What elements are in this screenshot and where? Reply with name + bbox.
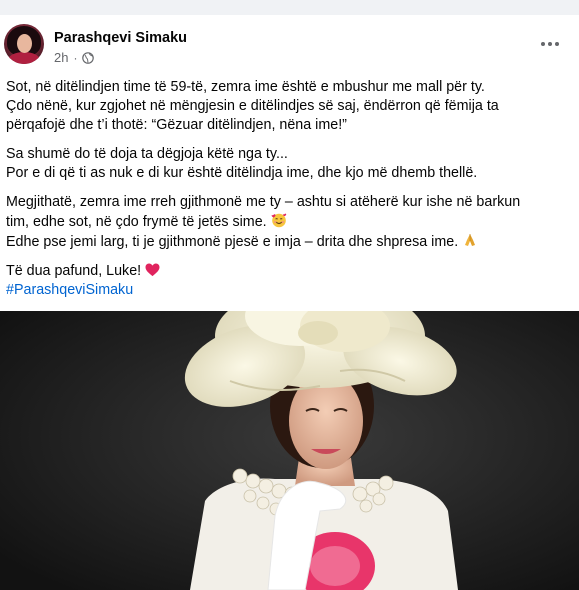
post-header: Parashqevi Simaku 2h ·: [0, 15, 579, 71]
paragraph-1: Sot, në ditëlindjen time të 59-të, zemra…: [6, 78, 571, 135]
text-line: Sot, në ditëlindjen time të 59-të, zemra…: [6, 79, 485, 95]
text-segment: Të dua pafund, Luke!: [6, 263, 142, 279]
more-options-button[interactable]: [540, 34, 560, 54]
post-time[interactable]: 2h: [54, 50, 68, 65]
text-line: Edhe pse jemi larg, ti je gjithmonë pjes…: [6, 232, 571, 252]
meta-separator: ·: [73, 50, 78, 65]
red-heart-icon: [145, 263, 160, 277]
text-segment: Edhe pse jemi larg, ti je gjithmonë pjes…: [6, 234, 459, 250]
author-avatar[interactable]: [4, 24, 44, 64]
more-options-icon: [541, 42, 545, 46]
text-line: Të dua pafund, Luke!: [6, 262, 571, 281]
post-photo[interactable]: [0, 311, 579, 590]
paragraph-4: Të dua pafund, Luke! #ParashqeviSimaku: [6, 262, 571, 300]
text-line: Sa shumë do të doja ta dëgjoja këtë nga …: [6, 146, 288, 162]
text-line: Megjithatë, zemra ime rreh gjithmonë me …: [6, 193, 571, 212]
post-card: Parashqevi Simaku 2h · Sot, në ditëlindj…: [0, 15, 579, 590]
text-line: përqafojë dhe t’i thotë: “Gëzuar ditëlin…: [6, 117, 347, 133]
paragraph-2: Sa shumë do të doja ta dëgjoja këtë nga …: [6, 145, 571, 183]
text-segment: Megjithatë, zemra ime rreh gjithmonë me …: [6, 194, 521, 210]
text-line: tim, edhe sot, në çdo frymë të jetës sim…: [6, 212, 571, 232]
text-line: Por e di që ti as nuk e di kur është dit…: [6, 165, 478, 181]
globe-icon[interactable]: [82, 51, 95, 64]
text-segment: tim, edhe sot, në çdo frymë të jetës sim…: [6, 214, 267, 230]
hashtag-link[interactable]: #ParashqeviSimaku: [6, 281, 571, 300]
post-text: Sot, në ditëlindjen time të 59-të, zemra…: [6, 78, 571, 310]
text-line: Çdo nënë, kur zgjohet në mëngjesin e dit…: [6, 98, 499, 114]
photo-illustration: [0, 311, 579, 590]
paragraph-3: Megjithatë, zemra ime rreh gjithmonë me …: [6, 193, 571, 252]
folded-hands-icon: [465, 234, 476, 246]
smiling-face-with-hearts-icon: [271, 213, 286, 228]
author-name[interactable]: Parashqevi Simaku: [54, 30, 187, 46]
post-meta: 2h ·: [54, 50, 95, 65]
